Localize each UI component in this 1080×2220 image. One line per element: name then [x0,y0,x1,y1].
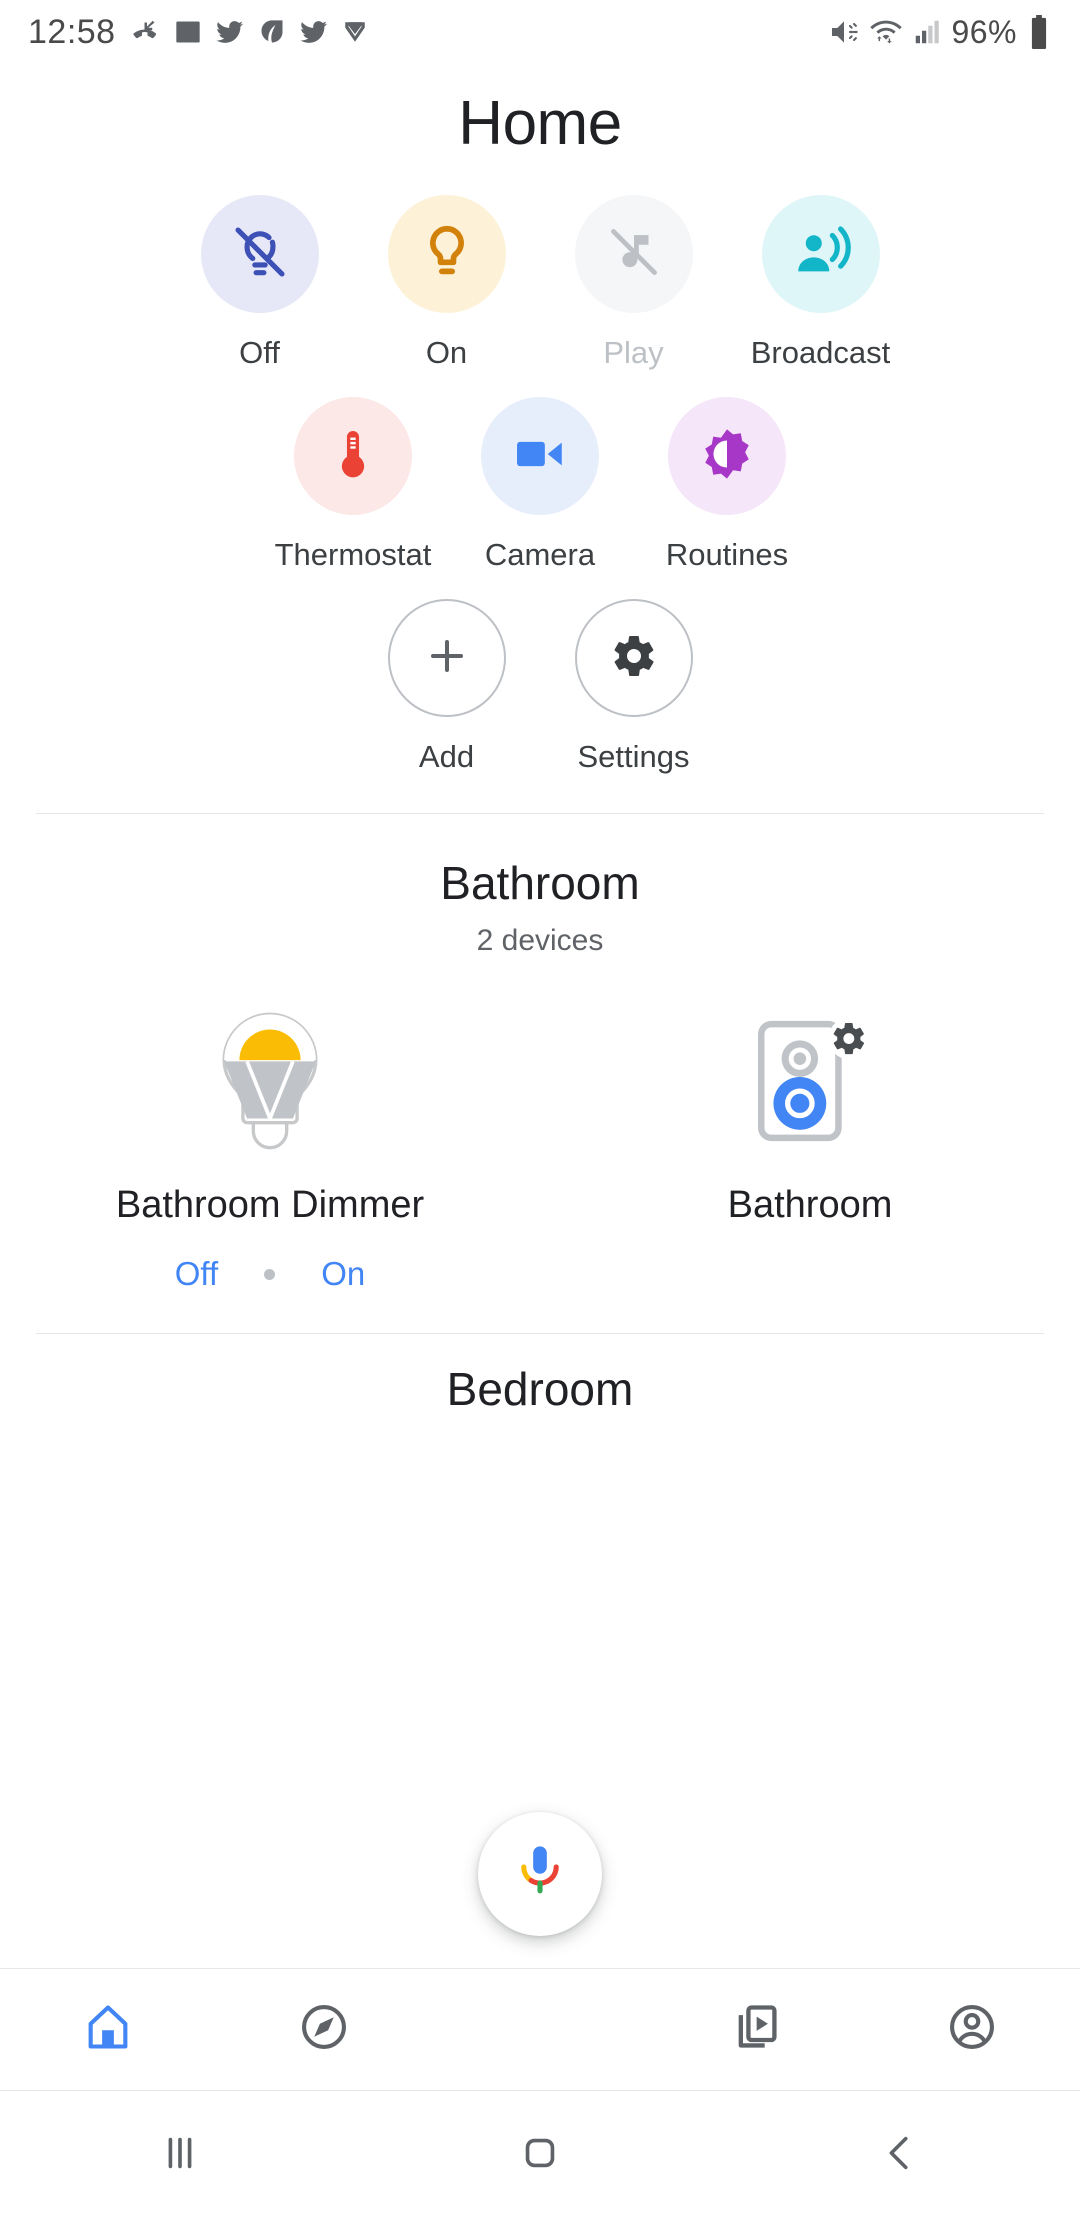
quick-actions-row-2: Thermostat Camera [0,397,1080,573]
photo-icon [174,18,202,46]
quick-action-off[interactable]: Off [166,195,353,371]
missed-call-icon [130,17,160,47]
quick-action-broadcast-circle[interactable] [762,195,880,313]
quick-action-camera[interactable]: Camera [447,397,634,573]
quick-action-settings-label: Settings [577,739,689,775]
routines-icon [698,425,756,488]
thermostat-icon [324,425,382,488]
quick-action-on-circle[interactable] [388,195,506,313]
camera-icon [511,425,569,488]
bottom-navigation-bar [0,1968,1080,2090]
nav-item-media[interactable] [648,2001,864,2058]
home-button[interactable] [360,2130,720,2181]
speaker-icon [745,996,875,1156]
quick-action-thermostat-label: Thermostat [275,537,432,573]
assistant-mic-button[interactable] [478,1812,602,1936]
nav-item-explore[interactable] [216,2001,432,2058]
quick-action-routines-label: Routines [666,537,788,573]
broadcast-icon [790,221,852,288]
room-device-count: 2 devices [0,924,1080,958]
quick-action-routines-circle[interactable] [668,397,786,515]
device-name: Bathroom Dimmer [116,1184,424,1227]
quick-action-settings[interactable]: Settings [540,599,727,775]
quick-action-play-circle[interactable] [575,195,693,313]
quick-action-thermostat-circle[interactable] [294,397,412,515]
bulb-on-icon [416,221,478,288]
back-button[interactable] [720,2130,1080,2181]
twitter-icon [300,18,328,46]
google-assistant-mic-icon [514,1843,566,1906]
device-card-bathroom-dimmer[interactable]: Bathroom Dimmer Off On [0,996,540,1293]
quick-action-off-circle[interactable] [201,195,319,313]
quick-actions-row-1: Off On [0,195,1080,371]
explore-icon [298,2001,350,2058]
control-separator-dot [264,1269,275,1280]
plus-icon [423,632,471,685]
quick-action-on-label: On [426,335,467,371]
quick-action-add[interactable]: Add [353,599,540,775]
battery-percent-label: 96% [951,14,1017,51]
status-bar-right: 96% [828,14,1052,51]
android-system-nav-bar [0,2090,1080,2220]
twitter-icon [216,18,244,46]
quick-action-broadcast[interactable]: Broadcast [727,195,914,371]
quick-action-on[interactable]: On [353,195,540,371]
bulb-off-icon [229,221,291,288]
quick-action-broadcast-label: Broadcast [751,335,891,371]
quick-action-off-label: Off [239,335,280,371]
home-icon [82,2001,134,2058]
next-room-title: Bedroom [0,1362,1080,1416]
room-divider [36,1333,1044,1334]
home-square-icon [517,2130,563,2181]
nav-item-account[interactable] [864,2001,1080,2058]
v-badge-icon [342,19,368,45]
quick-action-camera-circle[interactable] [481,397,599,515]
gear-icon [828,1018,869,1059]
music-off-icon [605,223,663,286]
recents-icon [157,2130,203,2181]
gear-icon [610,632,658,685]
status-bar-left: 12:58 [28,13,368,52]
device-name: Bathroom [728,1184,893,1227]
device-off-button[interactable]: Off [175,1255,218,1293]
dimmer-controls: Off On [175,1255,365,1293]
quick-action-routines[interactable]: Routines [634,397,821,573]
leaf-icon [258,18,286,46]
device-on-button[interactable]: On [321,1255,365,1293]
dimmer-bulb-icon [205,996,335,1156]
quick-action-add-label: Add [419,739,474,775]
quick-action-add-circle[interactable] [388,599,506,717]
status-bar: 12:58 [0,0,1080,64]
quick-actions-grid: Off On [0,195,1080,775]
nav-item-home[interactable] [0,2001,216,2058]
cellular-signal-icon [912,17,942,47]
page-title: Home [0,88,1080,159]
wifi-icon [869,15,903,49]
volume-mute-icon [828,16,860,48]
quick-action-thermostat[interactable]: Thermostat [260,397,447,573]
section-divider [36,813,1044,814]
quick-action-camera-label: Camera [485,537,595,573]
quick-actions-row-3: Add Settings [0,599,1080,775]
device-card-bathroom-speaker[interactable]: Bathroom [540,996,1080,1293]
media-icon [730,2001,782,2058]
status-bar-clock: 12:58 [28,13,116,52]
quick-action-play[interactable]: Play [540,195,727,371]
recents-button[interactable] [0,2130,360,2181]
device-list: Bathroom Dimmer Off On Bath [0,996,1080,1293]
quick-action-play-label: Play [603,335,663,371]
battery-icon [1026,15,1052,49]
account-icon [946,2001,998,2058]
back-icon [877,2130,923,2181]
room-title: Bathroom [0,856,1080,910]
quick-action-settings-circle[interactable] [575,599,693,717]
